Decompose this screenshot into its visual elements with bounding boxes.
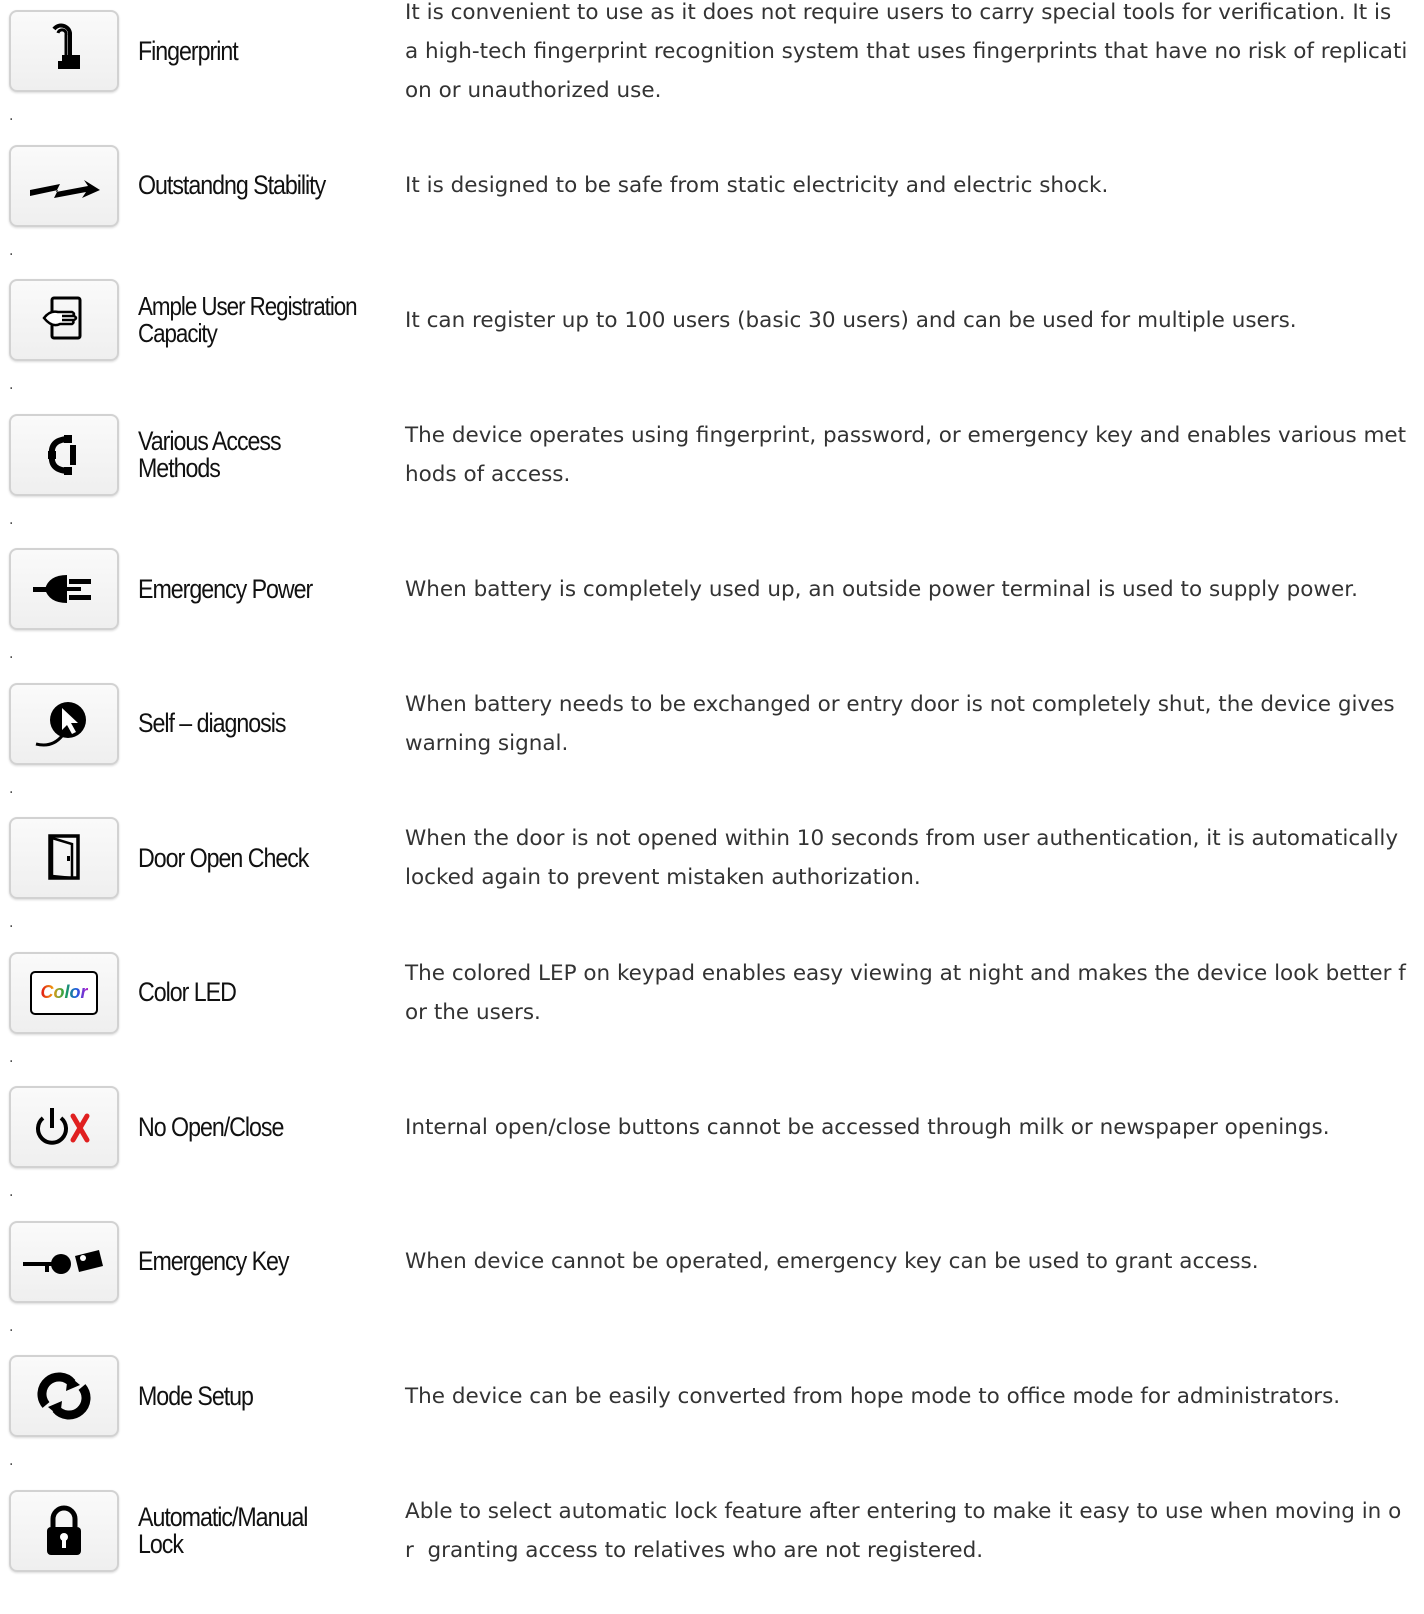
separator-dot: . — [9, 1184, 13, 1200]
feature-label: Color LED — [138, 952, 353, 1034]
separator-dot: . — [9, 1319, 13, 1335]
power-off-x-icon — [9, 1086, 119, 1168]
feature-row-door-open-check: Door Open Check When the door is not ope… — [0, 807, 1424, 942]
feature-label: Fingerprint — [138, 10, 353, 92]
feature-description: The colored LEP on keypad enables easy v… — [405, 952, 1409, 1034]
feature-row-self-diagnosis: Self – diagnosis When battery needs to b… — [0, 673, 1424, 808]
separator-dot: . — [9, 915, 13, 931]
mode-cycle-icon — [9, 1355, 119, 1437]
feature-description: The device operates using fingerprint, p… — [405, 414, 1409, 496]
feature-description: Able to select automatic lock feature af… — [405, 1490, 1409, 1572]
feature-description: Internal open/close buttons cannot be ac… — [405, 1086, 1409, 1168]
separator-dot: . — [9, 1050, 13, 1066]
feature-row-stability: Outstandng Stability It is designed to b… — [0, 135, 1424, 270]
feature-label: Outstandng Stability — [138, 145, 353, 227]
feature-row-emergency-key: Emergency Key When device cannot be oper… — [0, 1211, 1424, 1346]
fingerprint-icon — [9, 10, 119, 92]
separator-dot: . — [9, 243, 13, 259]
feature-description: It is convenient to use as it does not r… — [405, 10, 1409, 92]
feature-description: It is designed to be safe from static el… — [405, 145, 1409, 227]
feature-label: No Open/Close — [138, 1086, 353, 1168]
feature-label: Mode Setup — [138, 1355, 353, 1437]
hand-card-icon — [9, 279, 119, 361]
feature-description: It can register up to 100 users (basic 3… — [405, 279, 1409, 361]
feature-row-color-led: Color Color LED The colored LEP on keypa… — [0, 942, 1424, 1077]
feature-description: When device cannot be operated, emergenc… — [405, 1221, 1409, 1303]
feature-label: Various Access Methods — [138, 414, 353, 496]
feature-row-mode-setup: Mode Setup The device can be easily conv… — [0, 1345, 1424, 1480]
feature-description: When the door is not opened within 10 se… — [405, 817, 1409, 899]
feature-description: When battery is completely used up, an o… — [405, 548, 1409, 630]
color-led-icon: Color — [9, 952, 119, 1034]
feature-row-auto-manual-lock: Automatic/Manual Lock Able to select aut… — [0, 1480, 1424, 1614]
separator-dot: . — [9, 1453, 13, 1469]
lightning-arrow-icon — [9, 145, 119, 227]
feature-label: Ample User Registration Capacity — [138, 279, 370, 361]
separator-dot: . — [9, 781, 13, 797]
separator-dot: . — [9, 377, 13, 393]
feature-label: Door Open Check — [138, 817, 353, 899]
feature-description: The device can be easily converted from … — [405, 1355, 1409, 1437]
access-methods-icon — [9, 414, 119, 496]
feature-row-access-methods: Various Access Methods The device operat… — [0, 404, 1424, 539]
diagnosis-cursor-icon — [9, 683, 119, 765]
feature-label: Self – diagnosis — [138, 683, 353, 765]
padlock-icon — [9, 1490, 119, 1572]
power-plug-icon — [9, 548, 119, 630]
feature-row-capacity: Ample User Registration Capacity It can … — [0, 269, 1424, 404]
color-led-text: Color — [41, 982, 88, 1003]
separator-dot: . — [9, 108, 13, 124]
feature-label: Emergency Power — [138, 548, 353, 630]
feature-row-emergency-power: Emergency Power When battery is complete… — [0, 538, 1424, 673]
feature-label: Emergency Key — [138, 1221, 353, 1303]
door-icon — [9, 817, 119, 899]
feature-description: When battery needs to be exchanged or en… — [405, 683, 1409, 765]
feature-row-fingerprint: Fingerprint It is convenient to use as i… — [0, 0, 1424, 135]
separator-dot: . — [9, 646, 13, 662]
key-icon — [9, 1221, 119, 1303]
feature-label: Automatic/Manual Lock — [138, 1490, 353, 1572]
separator-dot: . — [9, 512, 13, 528]
feature-row-no-open-close: No Open/Close Internal open/close button… — [0, 1076, 1424, 1211]
